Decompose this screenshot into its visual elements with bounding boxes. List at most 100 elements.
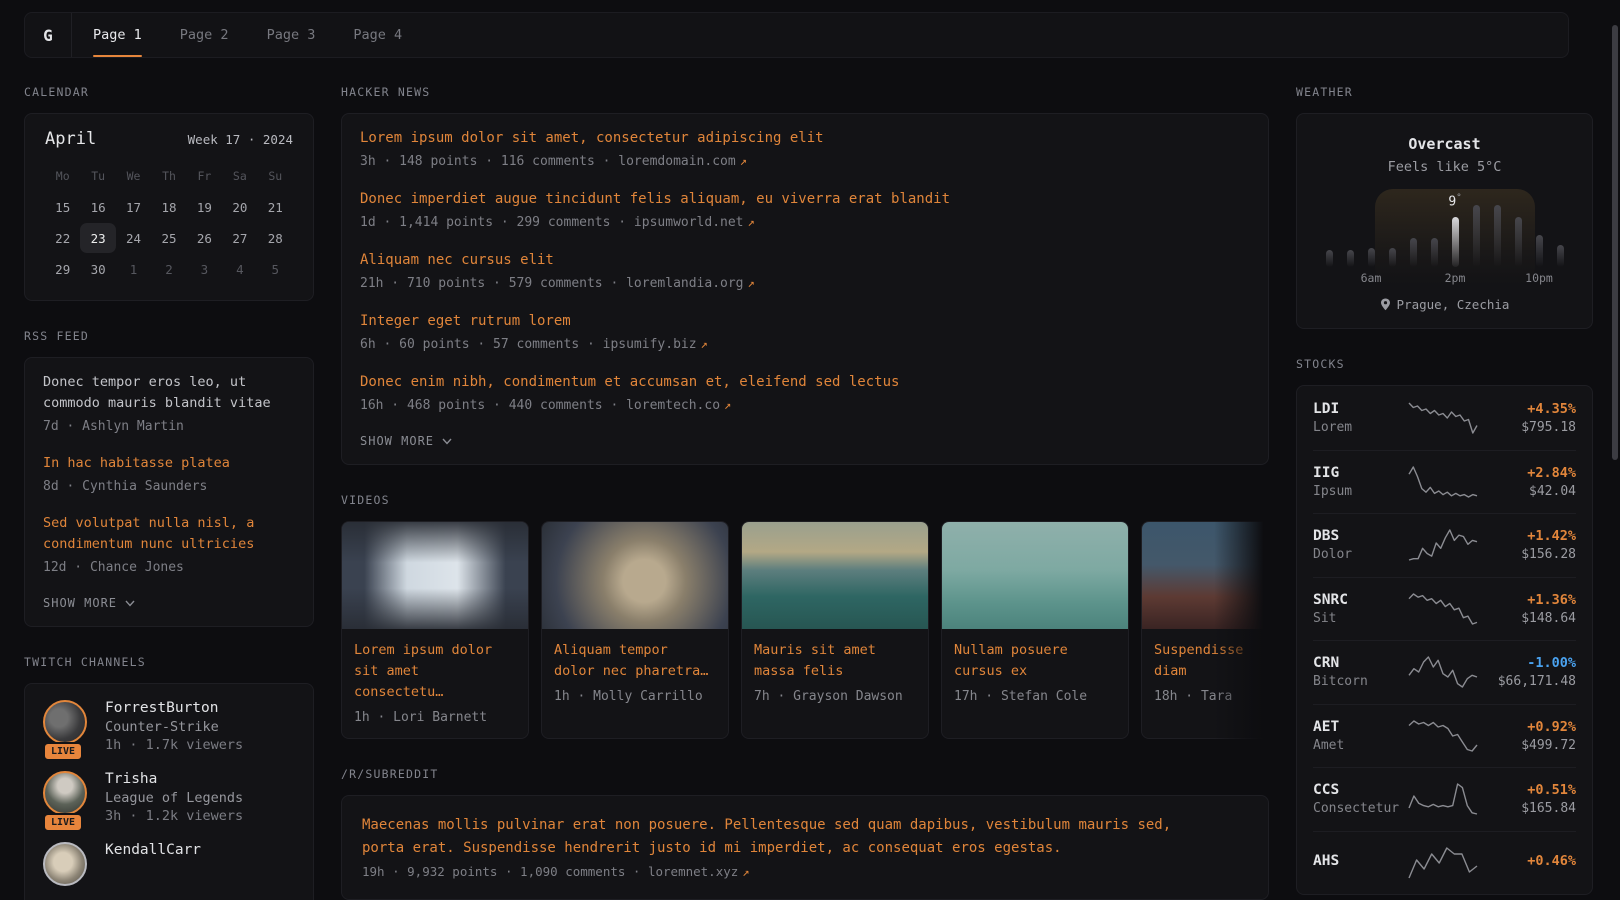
tab-page-1[interactable]: Page 1 <box>74 13 161 57</box>
calendar-day: 16 <box>80 192 115 222</box>
hn-item-title[interactable]: Donec imperdiet augue tincidunt felis al… <box>360 189 1250 209</box>
hn-item: Lorem ipsum dolor sit amet, consectetur … <box>360 128 1250 172</box>
stock-name: Consectetur <box>1313 801 1405 816</box>
tab-page-2[interactable]: Page 2 <box>161 13 248 57</box>
video-thumbnail[interactable] <box>942 522 1128 629</box>
video-card[interactable]: Mauris sit amet massa felis 7h · Grayson… <box>741 521 929 739</box>
stock-symbol: CCS <box>1313 782 1405 798</box>
weather-hour-label: 10pm <box>1525 271 1553 285</box>
twitch-widget: LIVE ForrestBurton Counter-Strike 1h · 1… <box>24 683 314 900</box>
stock-row[interactable]: CRNBitcorn -1.00%$66,171.48 <box>1313 640 1576 704</box>
video-thumbnail[interactable] <box>742 522 928 629</box>
page-tabs: Page 1 Page 2 Page 3 Page 4 <box>74 13 421 57</box>
twitch-channel-name[interactable]: Trisha <box>105 771 243 787</box>
page-scrollbar-thumb[interactable] <box>1612 25 1618 460</box>
rss-show-more-button[interactable]: SHOW MORE <box>43 596 295 610</box>
calendar-dow: We <box>116 161 151 191</box>
weather-feels-like: Feels like 5°C <box>1317 159 1572 175</box>
hn-show-more-button[interactable]: SHOW MORE <box>360 434 1250 448</box>
calendar-day: 22 <box>45 223 80 253</box>
videos-section-label: VIDEOS <box>341 493 1269 507</box>
stock-row[interactable]: AHS +0.46% <box>1313 831 1576 895</box>
stock-name: Bitcorn <box>1313 674 1405 689</box>
twitch-channel-row[interactable]: LIVE ForrestBurton Counter-Strike 1h · 1… <box>43 700 295 753</box>
video-title[interactable]: Aliquam tempor dolor nec pharetra… <box>554 640 716 682</box>
hn-item-title[interactable]: Aliquam nec cursus elit <box>360 250 1250 270</box>
video-title[interactable]: Lorem ipsum dolor sit amet consectetu… <box>354 640 516 703</box>
external-link-icon[interactable]: ↗ <box>748 215 755 229</box>
video-title[interactable]: Suspendisse diam <box>1154 640 1264 682</box>
video-card[interactable]: Nullam posuere cursus ex 17h · Stefan Co… <box>941 521 1129 739</box>
calendar-section-label: CALENDAR <box>24 85 314 99</box>
stock-row[interactable]: CCSConsectetur +0.51%$165.84 <box>1313 767 1576 831</box>
video-meta: 7h · Grayson Dawson <box>754 689 916 704</box>
twitch-channel-row[interactable]: KendallCarr <box>43 842 295 886</box>
weather-bars <box>1326 203 1564 267</box>
weather-bar <box>1473 205 1480 267</box>
weather-bar <box>1536 235 1543 267</box>
weather-bar <box>1494 205 1501 267</box>
stock-price: $42.04 <box>1480 484 1576 499</box>
live-badge: LIVE <box>43 813 83 832</box>
calendar-day: 19 <box>187 192 222 222</box>
external-link-icon[interactable]: ↗ <box>724 398 731 412</box>
stock-row[interactable]: DBSDolor +1.42%$156.28 <box>1313 513 1576 577</box>
weather-hour-label: 2pm <box>1445 271 1466 285</box>
app-logo[interactable]: G <box>25 13 72 57</box>
stock-sparkline <box>1405 719 1480 753</box>
external-link-icon[interactable]: ↗ <box>742 865 749 879</box>
stock-change: +0.46% <box>1480 853 1576 869</box>
stock-row[interactable]: IIGIpsum +2.84%$42.04 <box>1313 450 1576 514</box>
rss-widget: Donec tempor eros leo, ut commodo mauris… <box>24 357 314 627</box>
calendar-day: 5 <box>258 254 293 284</box>
calendar-day: 28 <box>258 223 293 253</box>
stock-change: +2.84% <box>1480 465 1576 481</box>
video-card[interactable]: Suspendisse diam 18h · Tara <box>1141 521 1269 739</box>
hn-item-title[interactable]: Lorem ipsum dolor sit amet, consectetur … <box>360 128 1250 148</box>
video-meta: 1h · Lori Barnett <box>354 710 516 725</box>
reddit-post-title[interactable]: Maecenas mollis pulvinar erat non posuer… <box>362 814 1207 859</box>
rss-item-title[interactable]: In hac habitasse platea <box>43 453 295 474</box>
calendar-dow: Sa <box>222 161 257 191</box>
stock-row[interactable]: SNRCSit +1.36%$148.64 <box>1313 577 1576 641</box>
stock-sparkline <box>1405 465 1480 499</box>
twitch-channel-name[interactable]: KendallCarr <box>105 842 201 858</box>
weather-bar <box>1347 250 1354 267</box>
hn-item-title[interactable]: Integer eget rutrum lorem <box>360 311 1250 331</box>
hackernews-widget: Lorem ipsum dolor sit amet, consectetur … <box>341 113 1269 465</box>
hn-item-meta: 21h · 710 points · 579 comments · loreml… <box>360 273 1250 294</box>
stock-price: $148.64 <box>1480 611 1576 626</box>
reddit-post-meta: 19h · 9,932 points · 1,090 comments · lo… <box>362 864 1248 879</box>
weather-current-temp: 9° <box>1448 193 1461 209</box>
stock-row[interactable]: LDILorem +4.35%$795.18 <box>1313 386 1576 450</box>
video-card[interactable]: Lorem ipsum dolor sit amet consectetu… 1… <box>341 521 529 739</box>
hn-item-title[interactable]: Donec enim nibh, condimentum et accumsan… <box>360 372 1250 392</box>
external-link-icon[interactable]: ↗ <box>701 337 708 351</box>
tab-page-3[interactable]: Page 3 <box>248 13 335 57</box>
video-thumbnail[interactable] <box>542 522 728 629</box>
weather-bar-current <box>1452 217 1459 267</box>
video-title[interactable]: Nullam posuere cursus ex <box>954 640 1116 682</box>
rss-item-title[interactable]: Sed volutpat nulla nisl, a condimentum n… <box>43 513 295 555</box>
twitch-channel-name[interactable]: ForrestBurton <box>105 700 243 716</box>
weather-bar <box>1368 248 1375 267</box>
stocks-widget: LDILorem +4.35%$795.18 IIGIpsum +2.84%$4… <box>1296 385 1593 895</box>
twitch-channel-row[interactable]: LIVE Trisha League of Legends 3h · 1.2k … <box>43 771 295 824</box>
calendar-widget: April Week 17 · 2024 Mo Tu We Th Fr Sa S… <box>24 113 314 301</box>
subreddit-widget: Maecenas mollis pulvinar erat non posuer… <box>341 795 1269 900</box>
video-thumbnail[interactable] <box>1142 522 1269 629</box>
video-title[interactable]: Mauris sit amet massa felis <box>754 640 916 682</box>
rss-item-title[interactable]: Donec tempor eros leo, ut commodo mauris… <box>43 372 295 414</box>
stock-sparkline <box>1405 782 1480 816</box>
tab-page-4[interactable]: Page 4 <box>334 13 421 57</box>
weather-condition: Overcast <box>1317 135 1572 153</box>
video-thumbnail[interactable] <box>342 522 528 629</box>
video-card[interactable]: Aliquam tempor dolor nec pharetra… 1h · … <box>541 521 729 739</box>
stock-price: $499.72 <box>1480 738 1576 753</box>
calendar-day-selected: 23 <box>80 223 115 253</box>
external-link-icon[interactable]: ↗ <box>740 154 747 168</box>
stock-row[interactable]: AETAmet +0.92%$499.72 <box>1313 704 1576 768</box>
calendar-day: 30 <box>80 254 115 284</box>
external-link-icon[interactable]: ↗ <box>748 276 755 290</box>
hn-item: Integer eget rutrum lorem 6h · 60 points… <box>360 311 1250 355</box>
